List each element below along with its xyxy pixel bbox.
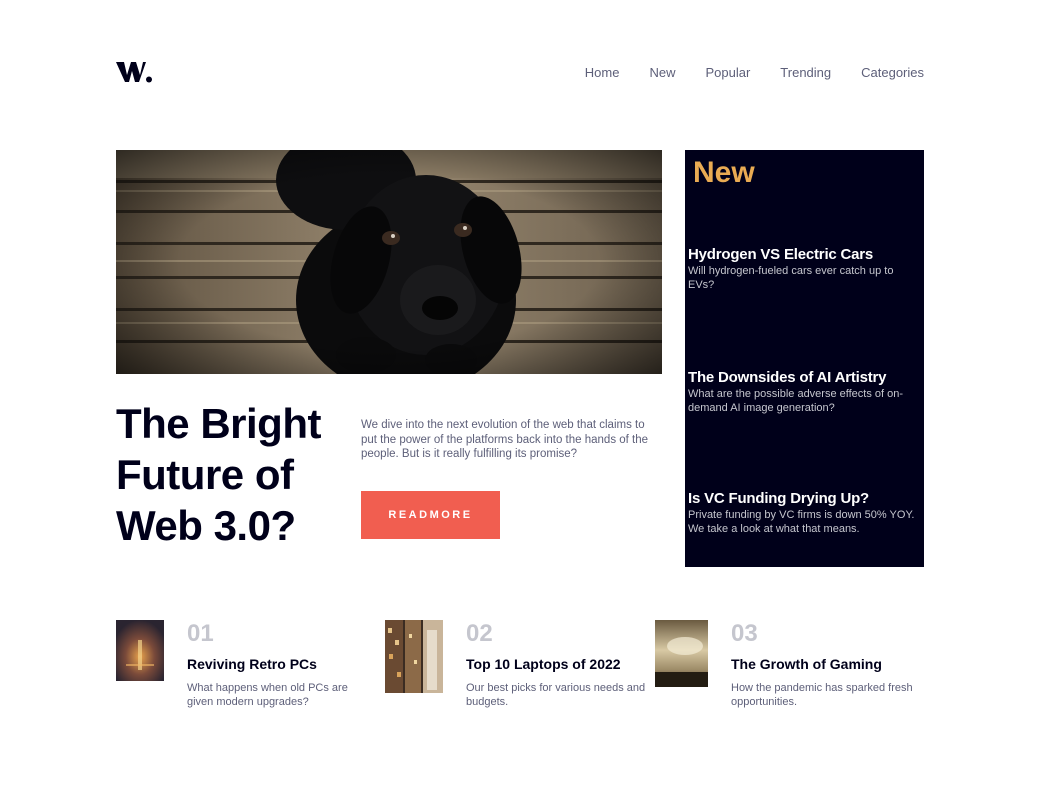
article-card: 03 The Growth of Gaming How the pandemic… (655, 620, 925, 720)
new-item-title[interactable]: Hydrogen VS Electric Cars (688, 246, 918, 263)
new-item-title[interactable]: The Downsides of AI Artistry (688, 369, 918, 386)
laptops-thumbnail[interactable] (385, 620, 443, 693)
gaming-image (655, 620, 708, 687)
puppy-illustration (116, 150, 662, 374)
retro-pc-thumbnail[interactable] (116, 620, 164, 681)
article-card: 01 Reviving Retro PCs What happens when … (116, 620, 366, 720)
article-number: 01 (187, 620, 214, 647)
new-item-desc: Will hydrogen-fueled cars ever catch up … (688, 265, 894, 291)
new-item-desc: What are the possible adverse effects of… (688, 388, 904, 414)
site-logo[interactable] (116, 60, 152, 84)
article-title[interactable]: The Growth of Gaming (731, 656, 882, 672)
new-item: Is VC Funding Drying Up? Private funding… (688, 490, 918, 536)
nav-new[interactable]: New (649, 65, 675, 80)
laptops-image (385, 620, 443, 693)
article-title[interactable]: Reviving Retro PCs (187, 656, 317, 672)
main-nav: Home New Popular Trending Categories (585, 65, 924, 80)
retro-pc-image (116, 620, 164, 681)
new-item: Hydrogen VS Electric Cars Will hydrogen-… (688, 246, 918, 292)
hero-title: The Bright Future of Web 3.0? (116, 400, 321, 549)
new-item-title[interactable]: Is VC Funding Drying Up? (688, 490, 918, 507)
article-desc: How the pandemic has sparked fresh oppor… (731, 682, 913, 708)
hero-image (116, 150, 662, 374)
nav-trending[interactable]: Trending (780, 65, 831, 80)
new-item-desc: Private funding by VC firms is down 50% … (688, 509, 915, 535)
new-articles-panel: New Hydrogen VS Electric Cars Will hydro… (685, 150, 924, 567)
readmore-button[interactable]: READMORE (361, 491, 500, 539)
gaming-thumbnail[interactable] (655, 620, 708, 687)
nav-popular[interactable]: Popular (705, 65, 750, 80)
logo-mark (116, 62, 152, 83)
article-desc: Our best picks for various needs and bud… (466, 682, 646, 708)
nav-home[interactable]: Home (585, 65, 620, 80)
article-number: 03 (731, 620, 758, 647)
article-title[interactable]: Top 10 Laptops of 2022 (466, 656, 621, 672)
article-number: 02 (466, 620, 493, 647)
article-desc: What happens when old PCs are given mode… (187, 682, 348, 708)
new-item: The Downsides of AI Artistry What are th… (688, 369, 918, 415)
nav-categories[interactable]: Categories (861, 65, 924, 80)
new-panel-heading: New (693, 156, 755, 189)
hero-description: We dive into the next evolution of the w… (361, 419, 649, 460)
article-card: 02 Top 10 Laptops of 2022 Our best picks… (385, 620, 645, 720)
